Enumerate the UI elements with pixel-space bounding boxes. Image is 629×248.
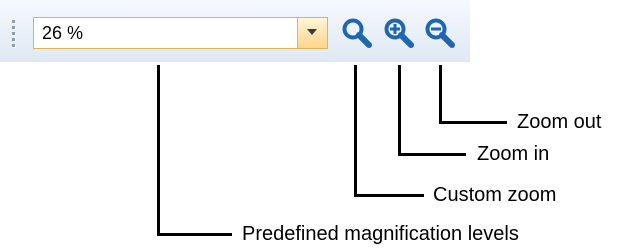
callout-line-zoom-out-vertical: [439, 65, 442, 124]
callout-line-predefined-horizontal: [157, 233, 232, 236]
zoom-level-combobox[interactable]: 26 %: [33, 17, 328, 49]
magnifier-icon: [342, 18, 372, 48]
callout-line-predefined-vertical: [157, 65, 160, 236]
callout-line-zoom-in-vertical: [398, 65, 401, 156]
callout-line-custom-zoom-vertical: [354, 65, 357, 197]
zoom-toolbar: 26 %: [0, 0, 470, 62]
zoom-out-button[interactable]: [423, 16, 457, 50]
callout-label-zoom-out: Zoom out: [517, 111, 602, 133]
chevron-down-icon: [307, 29, 317, 35]
callout-line-custom-zoom-horizontal: [354, 194, 424, 197]
zoom-out-icon: [425, 18, 455, 48]
callout-line-zoom-in-horizontal: [398, 153, 466, 156]
callout-label-zoom-in: Zoom in: [477, 143, 550, 165]
custom-zoom-button[interactable]: [340, 16, 374, 50]
callout-label-custom-zoom: Custom zoom: [433, 184, 557, 206]
callout-label-predefined: Predefined magnification levels: [242, 223, 519, 245]
grip-icon[interactable]: [10, 20, 18, 47]
zoom-level-value[interactable]: 26 %: [42, 23, 83, 43]
callout-line-zoom-out-horizontal: [439, 121, 507, 124]
zoom-in-button[interactable]: [382, 16, 416, 50]
zoom-in-icon: [384, 18, 414, 48]
zoom-dropdown-button[interactable]: [297, 18, 327, 48]
